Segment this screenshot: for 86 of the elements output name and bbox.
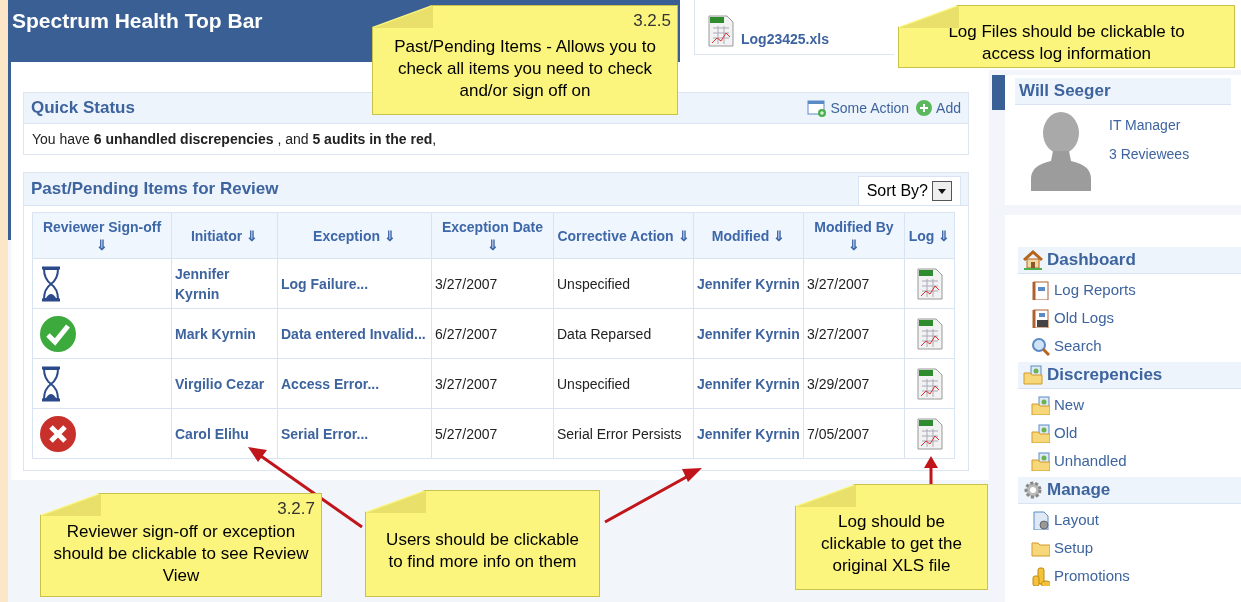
table-cell: 3/27/2007	[431, 358, 554, 409]
spreadsheet-icon[interactable]	[915, 316, 944, 351]
link-cell[interactable]: Jennifer Kyrnin	[171, 258, 278, 309]
column-header[interactable]: Exception ⇓	[277, 212, 432, 259]
table-cell: Data Reparsed	[553, 308, 694, 359]
callout-number: 3.2.7	[277, 498, 315, 520]
nav-section[interactable]: Manage	[1018, 477, 1241, 504]
folder-icon	[1030, 451, 1050, 471]
callout-text: Log should be clickable to get the original XLS file	[820, 511, 963, 577]
table-cell: 3/27/2007	[803, 308, 905, 359]
cross-circle-icon[interactable]	[39, 414, 77, 453]
panel-title: Quick Status	[31, 97, 135, 120]
app-title: Spectrum Health Top Bar	[12, 8, 263, 34]
window-add-icon	[807, 99, 828, 117]
status-message: You have 6 unhandled discrepencies , and 5 audits in the red,	[32, 129, 437, 149]
link-cell[interactable]: Virgilio Cezar	[171, 358, 278, 409]
check-circle-icon[interactable]	[39, 314, 77, 353]
table-cell: 3/29/2007	[803, 358, 905, 409]
link-cell[interactable]: Access Error...	[277, 358, 432, 409]
link-cell[interactable]: Data entered Invalid...	[277, 308, 432, 359]
search-icon	[1030, 336, 1050, 356]
callout-text: Reviewer sign-off or exception should be clickable to see Review View	[52, 521, 310, 587]
dropdown-caret-icon	[932, 181, 952, 201]
nav-item[interactable]: Search	[1018, 332, 1241, 360]
folder-icon	[1030, 423, 1050, 443]
callout-text: Log Files should be clickable to access log information	[947, 20, 1186, 65]
folder-icon	[1022, 364, 1044, 386]
link-cell[interactable]: Mark Kyrnin	[171, 308, 278, 359]
hourglass-icon[interactable]	[39, 265, 63, 302]
link-cell[interactable]: Jennifer Kyrnin	[693, 308, 804, 359]
callout-text: Past/Pending Items - Allows you to check all items you need to check and/or sign off on	[393, 36, 657, 102]
pointer-arrow	[924, 456, 938, 486]
action-link[interactable]: Some Action	[807, 97, 910, 119]
nav-item[interactable]: Setup	[1018, 534, 1241, 562]
hourglass-icon[interactable]	[39, 365, 63, 402]
nav-item[interactable]: Log Reports	[1018, 276, 1241, 304]
column-header[interactable]: Corrective Action ⇓	[553, 212, 694, 259]
column-header[interactable]: Modified By ⇓	[803, 212, 905, 259]
nav-item[interactable]: Old	[1018, 419, 1241, 447]
nav-item[interactable]: Promotions	[1018, 562, 1241, 590]
user-role-link[interactable]: IT Manager	[1109, 115, 1190, 136]
spreadsheet-icon[interactable]	[915, 416, 944, 451]
house-icon	[1022, 249, 1044, 271]
panel-title: Past/Pending Items for Review	[31, 178, 279, 201]
plus-circle-icon	[915, 99, 934, 117]
nav-item[interactable]: Old Logs	[1018, 304, 1241, 332]
action-link[interactable]: Add	[915, 97, 961, 119]
table-cell: Serial Error Persists	[553, 408, 694, 459]
link-cell[interactable]: Jennifer Kyrnin	[693, 358, 804, 409]
column-header[interactable]: Reviewer Sign-off ⇓	[32, 212, 172, 259]
column-header[interactable]: Log ⇓	[904, 212, 955, 259]
link-cell[interactable]: Serial Error...	[277, 408, 432, 459]
link-cell[interactable]: Jennifer Kyrnin	[693, 258, 804, 309]
spreadsheet-icon[interactable]	[915, 266, 944, 301]
sort-dropdown[interactable]: Sort By?	[857, 176, 961, 206]
table-cell: 5/27/2007	[431, 408, 554, 459]
nav-section[interactable]: Dashboard	[1018, 247, 1241, 274]
column-header[interactable]: Modified ⇓	[693, 212, 804, 259]
gear-icon	[1022, 479, 1044, 501]
column-header[interactable]: Initiator ⇓	[171, 212, 278, 259]
log-file-link[interactable]: Log23425.xls	[741, 29, 829, 50]
callout-number: 3.2.5	[633, 10, 671, 32]
notebook-icon	[1030, 280, 1050, 300]
table-cell: 6/27/2007	[431, 308, 554, 359]
callout-text: Users should be clickable to find more info on them	[385, 528, 580, 573]
nav-item[interactable]: Unhandled	[1018, 447, 1241, 475]
folder-icon	[1030, 395, 1050, 415]
table-cell: Unspecified	[553, 258, 694, 309]
link-cell[interactable]: Jennifer Kyrnin	[693, 408, 804, 459]
accent-bar	[992, 75, 1005, 110]
table-cell: 3/27/2007	[431, 258, 554, 309]
table-cell: 3/27/2007	[803, 258, 905, 309]
nav-item[interactable]: Layout	[1018, 506, 1241, 534]
table-cell: 7/05/2007	[803, 408, 905, 459]
coins-icon	[1030, 566, 1050, 586]
nav-item[interactable]: New	[1018, 391, 1241, 419]
link-cell[interactable]: Log Failure...	[277, 258, 432, 309]
user-name: Will Seeger	[1019, 80, 1111, 103]
spreadsheet-icon[interactable]	[915, 366, 944, 401]
table-cell: Unspecified	[553, 358, 694, 409]
page-gear-icon	[1030, 510, 1050, 530]
spreadsheet-icon[interactable]	[707, 14, 735, 48]
reviewees-link[interactable]: 3 Reviewees	[1109, 144, 1190, 165]
notebook-icon	[1030, 308, 1050, 328]
nav-section[interactable]: Discrepencies	[1018, 362, 1241, 389]
column-header[interactable]: Exception Date ⇓	[431, 212, 554, 259]
